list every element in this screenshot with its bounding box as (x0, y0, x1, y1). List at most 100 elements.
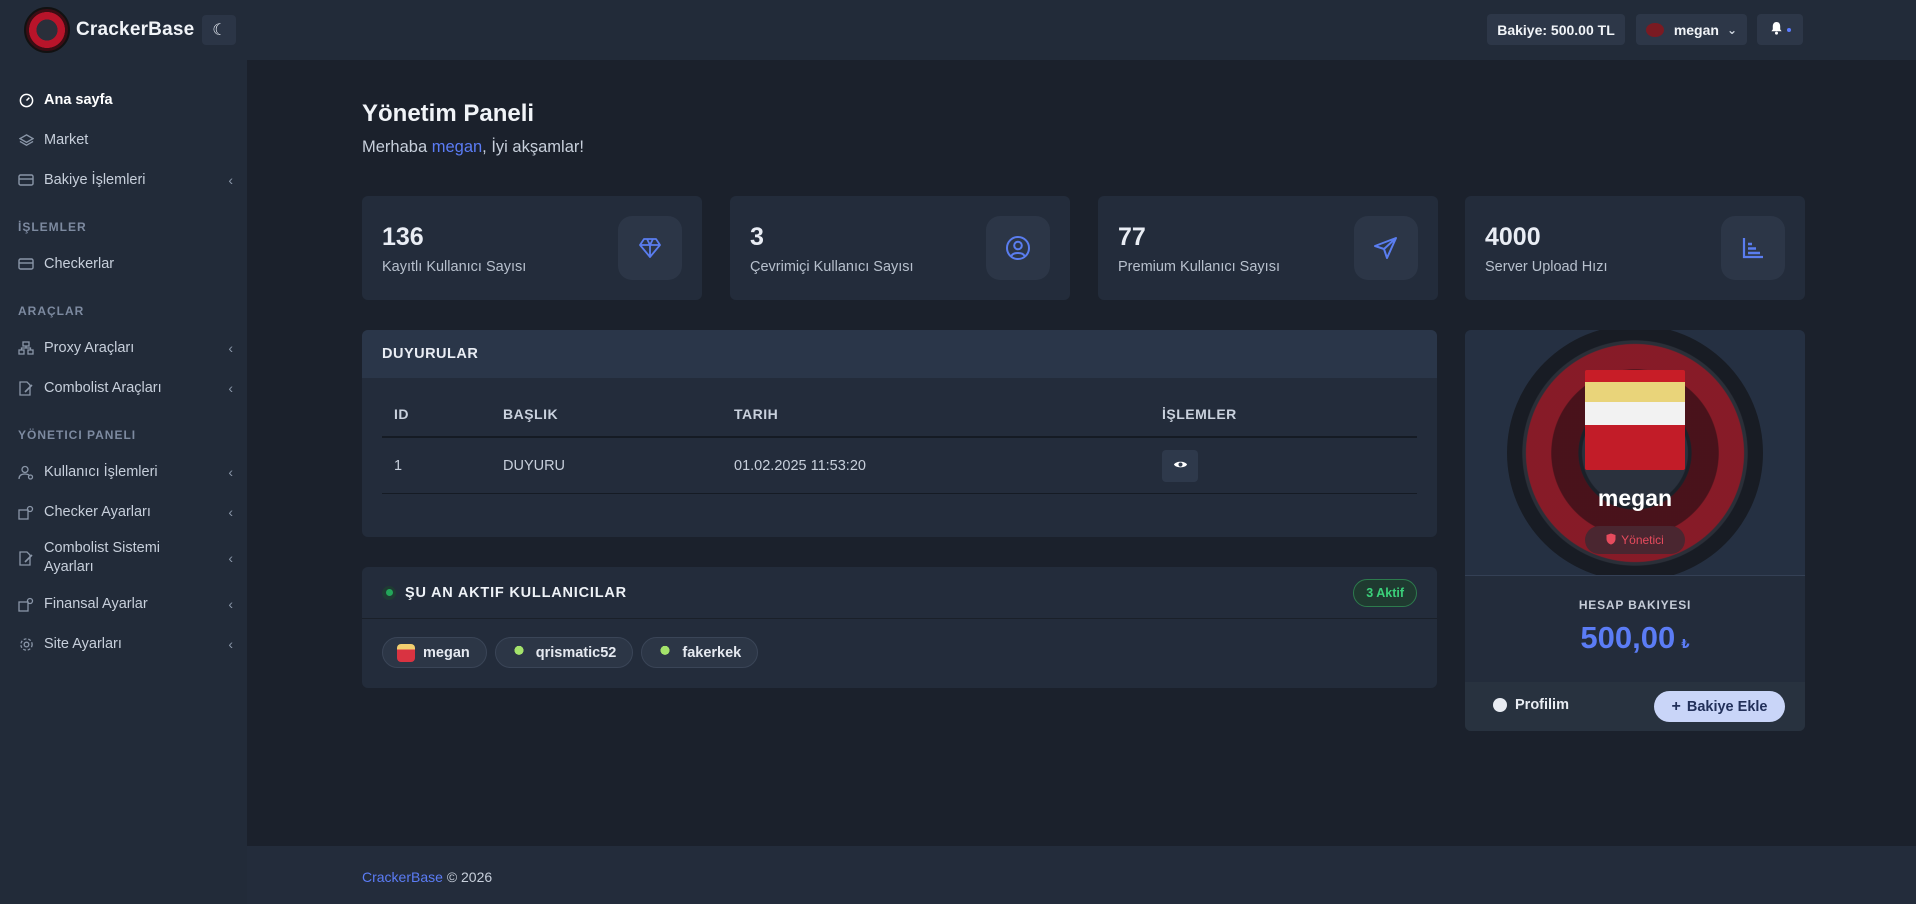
view-announcement-button[interactable] (1162, 449, 1198, 482)
user-cog-icon (18, 464, 34, 480)
balance-value: 500,00 ₺ (1465, 620, 1805, 656)
column-header: İŞLEMLER (1162, 406, 1237, 422)
sidebar-item-checkerlar[interactable]: Checkerlar (0, 244, 247, 284)
chevron-left-icon: ‹ (228, 340, 233, 356)
active-user-chip[interactable]: qrismatic52 (494, 637, 634, 668)
balance-label: HESAP BAKIYESI (1578, 598, 1692, 612)
stat-card-registered-users: 136 Kayıtlı Kullanıcı Sayısı (362, 196, 702, 300)
chevron-left-icon: ‹ (228, 172, 233, 188)
notifications-button[interactable] (1757, 14, 1803, 45)
brand-logo (24, 7, 70, 53)
chevron-left-icon: ‹ (228, 464, 233, 480)
footer-brand-link[interactable]: CrackerBase (362, 869, 443, 885)
greeting-username: megan (431, 138, 483, 156)
add-balance-label: Bakiye Ekle (1686, 698, 1768, 715)
settings-cog-icon (18, 504, 34, 520)
notification-dot (1786, 27, 1791, 32)
stat-value: 4000 (1485, 223, 1541, 251)
role-badge: Yönetici (1585, 526, 1685, 554)
table-header-row: ID BAŞLIK TARIH İŞLEMLER (382, 392, 1417, 438)
sidebar-item-kullanici-islemleri[interactable]: Kullanıcı İşlemleri ‹ (0, 452, 247, 492)
footer: CrackerBase © 2026 (247, 846, 1916, 904)
stat-value: 136 (382, 223, 424, 251)
sidebar-item-label: Market (44, 132, 89, 148)
announcements-title: DUYURULAR (362, 330, 1437, 378)
cell-title: DUYURU (503, 457, 566, 474)
add-balance-button[interactable]: + Bakiye Ekle (1654, 691, 1785, 722)
gear-icon (18, 636, 34, 652)
chevron-left-icon: ‹ (228, 596, 233, 612)
topbar: Bakiye: 500.00 TL megan ⌄ (247, 0, 1916, 60)
chevron-left-icon: ‹ (228, 636, 233, 652)
sidebar-item-combolist-sistemi-ayarlari[interactable]: Combolist Sistemi Ayarları ‹ (0, 532, 247, 584)
shield-icon (1606, 533, 1616, 548)
sidebar-item-label: Finansal Ayarlar (44, 596, 148, 612)
active-user-name: megan (423, 644, 470, 661)
send-icon (1354, 216, 1418, 280)
avatar (397, 643, 415, 662)
stat-card-online-users: 3 Çevrimiçi Kullanıcı Sayısı (730, 196, 1070, 300)
stat-card-upload-speed: 4000 Server Upload Hızı (1465, 196, 1805, 300)
plus-icon: + (1671, 697, 1681, 715)
chevron-left-icon: ‹ (228, 549, 233, 566)
username-label: megan (1673, 21, 1719, 38)
stat-label: Server Upload Hızı (1485, 259, 1608, 275)
active-user-name: fakerkek (682, 644, 742, 661)
sidebar-item-bakiye-islemleri[interactable]: Bakiye İşlemleri ‹ (0, 160, 247, 200)
profile-link-label: Profilim (1515, 697, 1569, 713)
file-edit-icon (18, 380, 34, 396)
user-menu-button[interactable]: megan ⌄ (1636, 14, 1747, 45)
greeting-prefix: Merhaba (362, 138, 432, 156)
sidebar: CrackerBase ☾ Ana sayfa Market Bakiye İş… (0, 0, 247, 904)
sidebar-item-combolist-araclari[interactable]: Combolist Araçları ‹ (0, 368, 247, 408)
diamond-icon (618, 216, 682, 280)
profile-link[interactable]: Profilim (1493, 697, 1569, 713)
sidebar-item-label: Kullanıcı İşlemleri (44, 464, 158, 480)
sidebar-item-ana-sayfa[interactable]: Ana sayfa (0, 80, 247, 120)
brand[interactable]: CrackerBase ☾ (0, 0, 247, 60)
sidebar-section-title: İŞLEMLER (18, 220, 87, 234)
active-user-chip[interactable]: megan (382, 637, 487, 668)
sidebar-item-label: Proxy Araçları (44, 340, 135, 356)
page-title: Yönetim Paneli (362, 100, 535, 127)
cell-date: 01.02.2025 11:53:20 (734, 457, 866, 474)
sidebar-item-finansal-ayarlar[interactable]: Finansal Ayarlar ‹ (0, 584, 247, 624)
active-users-list: megan qrismatic52 fakerkek (382, 637, 766, 668)
dashboard-icon (18, 92, 34, 108)
sidebar-section-title: ARAÇLAR (18, 304, 85, 318)
profile-avatar (1585, 370, 1685, 470)
brand-name: CrackerBase (76, 19, 195, 40)
divider (1465, 575, 1805, 576)
balance-pill[interactable]: Bakiye: 500.00 TL (1487, 14, 1625, 45)
file-edit-icon (18, 550, 34, 566)
sidebar-item-label: Site Ayarları (44, 636, 122, 652)
theme-toggle-button[interactable]: ☾ (202, 15, 237, 45)
role-label: Yönetici (1621, 533, 1664, 547)
sidebar-nav: Ana sayfa Market Bakiye İşlemleri ‹ İŞLE… (0, 60, 247, 664)
announcements-card: DUYURULAR ID BAŞLIK TARIH İŞLEMLER 1 DUY… (362, 330, 1437, 537)
network-icon (18, 340, 34, 356)
footer-copyright: © 2026 (446, 869, 493, 885)
stat-value: 3 (750, 223, 764, 251)
column-header: BAŞLIK (503, 406, 559, 422)
online-indicator-icon (382, 585, 396, 600)
announcements-table: ID BAŞLIK TARIH İŞLEMLER 1 DUYURU 01.02.… (382, 392, 1417, 494)
table-row: 1 DUYURU 01.02.2025 11:53:20 (382, 438, 1417, 494)
sidebar-item-site-ayarlari[interactable]: Site Ayarları ‹ (0, 624, 247, 664)
chevron-down-icon: ⌄ (1726, 22, 1737, 37)
cell-id: 1 (394, 457, 403, 474)
sidebar-item-label: Combolist Araçları (44, 380, 162, 396)
active-user-chip[interactable]: fakerkek (641, 637, 759, 668)
sidebar-item-label: Combolist Sistemi Ayarları (44, 540, 161, 575)
moon-icon: ☾ (212, 22, 227, 39)
avatar (656, 643, 675, 662)
finance-cog-icon (18, 596, 34, 612)
column-header: TARIH (734, 406, 779, 422)
eye-icon (1173, 458, 1188, 474)
main-content: Yönetim Paneli Merhaba megan, İyi akşaml… (247, 60, 1916, 846)
sidebar-item-market[interactable]: Market (0, 120, 247, 160)
sidebar-item-proxy-araclari[interactable]: Proxy Araçları ‹ (0, 328, 247, 368)
sidebar-item-checker-ayarlari[interactable]: Checker Ayarları ‹ (0, 492, 247, 532)
active-count-badge: 3 Aktif (1353, 579, 1417, 607)
bar-chart-icon (1721, 216, 1785, 280)
